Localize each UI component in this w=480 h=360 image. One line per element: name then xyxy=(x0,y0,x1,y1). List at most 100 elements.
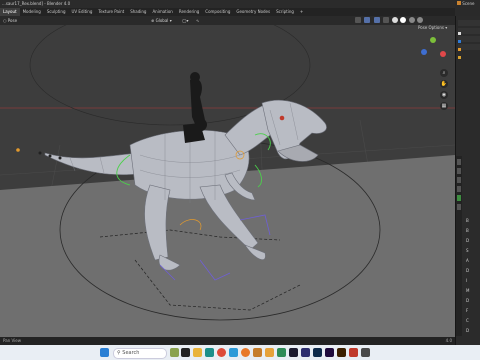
gizmo-x-axis-icon[interactable] xyxy=(440,51,446,57)
files-icon[interactable] xyxy=(361,348,370,357)
viewport-scene xyxy=(0,25,455,345)
panel-header[interactable]: F xyxy=(466,306,480,316)
tab-geometry-nodes[interactable]: Geometry Nodes xyxy=(233,8,273,16)
maps-icon[interactable] xyxy=(229,348,238,357)
scene-header: Scene xyxy=(455,0,480,16)
blender-icon[interactable] xyxy=(241,348,250,357)
media-app-icon[interactable] xyxy=(181,348,190,357)
panel-header[interactable]: C xyxy=(466,316,480,326)
camera-view-button[interactable]: ◉ xyxy=(440,91,448,99)
panel-header[interactable]: M xyxy=(466,286,480,296)
tab-compositing[interactable]: Compositing xyxy=(202,8,233,16)
panel-header[interactable]: D xyxy=(466,236,480,246)
panel-header[interactable]: D xyxy=(466,296,480,306)
output-tab-icon[interactable] xyxy=(457,177,461,183)
after-effects-icon[interactable] xyxy=(325,348,334,357)
illustrator-icon[interactable] xyxy=(337,348,346,357)
navigation-gizmo[interactable] xyxy=(418,37,448,67)
solid-shading-icon[interactable] xyxy=(400,17,407,23)
photo-app-icon[interactable] xyxy=(170,348,179,357)
xray-icon[interactable] xyxy=(382,17,389,23)
status-left: Pan View xyxy=(3,338,21,343)
tab-layout[interactable]: Layout xyxy=(0,8,20,16)
photoshop-icon[interactable] xyxy=(313,348,322,357)
bone-tab-icon[interactable] xyxy=(457,195,461,201)
wireframe-shading-icon[interactable] xyxy=(392,17,399,23)
panel-header[interactable]: B xyxy=(466,216,480,226)
mode-label: Pose xyxy=(7,18,18,23)
rendered-shading-icon[interactable] xyxy=(416,17,423,23)
outliner xyxy=(458,18,480,68)
scene-label[interactable]: Scene xyxy=(462,1,474,6)
adobe-acrobat-icon[interactable] xyxy=(349,348,358,357)
properties-tabs xyxy=(456,156,462,336)
panel-header[interactable]: B xyxy=(466,226,480,236)
visibility-icon[interactable] xyxy=(355,17,361,23)
eye xyxy=(279,115,285,121)
chevron-down-icon: ▾ xyxy=(169,18,172,23)
3d-viewport[interactable]: ⌕ ✋ ◉ ▦ Pose Options ▾ xyxy=(0,25,455,345)
app-icon[interactable] xyxy=(277,348,286,357)
outliner-row[interactable] xyxy=(458,36,480,51)
outliner-row[interactable] xyxy=(458,20,480,35)
workspace-tabs: Layout Modeling Sculpting UV Editing Texture… xyxy=(0,8,455,16)
pose-mode-icon: ○ xyxy=(3,18,7,23)
properties-panel-list: B B D S A D I M D F C D xyxy=(466,216,480,336)
viewport-shading-buttons xyxy=(355,17,423,24)
edge-icon[interactable] xyxy=(205,348,214,357)
panel-header[interactable]: I xyxy=(466,276,480,286)
tab-animation[interactable]: Animation xyxy=(149,8,175,16)
render-tab-icon[interactable] xyxy=(457,168,461,174)
outliner-row[interactable] xyxy=(458,28,480,43)
pivot-dot xyxy=(16,148,20,152)
pivot-dropdown[interactable]: ◯▾ xyxy=(182,16,188,25)
taskbar-search[interactable]: ⚲ Search xyxy=(113,348,167,359)
file-explorer-icon[interactable] xyxy=(193,348,202,357)
search-icon: ⚲ xyxy=(117,350,121,356)
gizmo-y-axis-icon[interactable] xyxy=(430,37,436,43)
material-shading-icon[interactable] xyxy=(408,17,415,23)
chevron-down-icon: ▾ xyxy=(445,25,448,30)
outliner-row[interactable] xyxy=(458,44,480,59)
constraint-tab-icon[interactable] xyxy=(457,204,461,210)
scene-tab-icon[interactable] xyxy=(457,186,461,192)
zoom-button[interactable]: ⌕ xyxy=(440,69,448,77)
gizmo-icon[interactable] xyxy=(364,17,371,23)
perspective-toggle-button[interactable]: ▦ xyxy=(440,102,448,110)
app-icon[interactable] xyxy=(289,348,298,357)
scene-icon xyxy=(457,1,461,5)
panel-header[interactable]: D xyxy=(466,326,480,336)
mode-dropdown[interactable]: ○ Pose xyxy=(3,16,17,25)
windows-start-icon[interactable] xyxy=(100,348,109,357)
tab-rendering[interactable]: Rendering xyxy=(176,8,202,16)
add-workspace-button[interactable]: + xyxy=(297,8,306,16)
status-bar: Pan View 4.0 xyxy=(0,337,455,345)
app-icon[interactable] xyxy=(253,348,262,357)
snap-toggle[interactable]: ∿ xyxy=(196,16,199,25)
app-icon[interactable] xyxy=(301,348,310,357)
panel-header[interactable]: D xyxy=(466,266,480,276)
tab-texture-paint[interactable]: Texture Paint xyxy=(95,8,127,16)
app-icon[interactable] xyxy=(265,348,274,357)
search-placeholder: Search xyxy=(122,350,140,356)
gizmo-z-axis-icon[interactable] xyxy=(421,49,427,55)
properties-sidebar: B B D S A D I M D F C D xyxy=(455,16,480,345)
tab-sculpting[interactable]: Sculpting xyxy=(44,8,69,16)
chrome-icon[interactable] xyxy=(217,348,226,357)
transform-orientation-dropdown[interactable]: ⊕ Global ▾ xyxy=(151,16,172,25)
tab-uv-editing[interactable]: UV Editing xyxy=(69,8,96,16)
pose-options-label: Pose Options xyxy=(418,25,444,30)
orientation-icon: ⊕ xyxy=(151,18,155,23)
panel-header[interactable]: S xyxy=(466,246,480,256)
pan-button[interactable]: ✋ xyxy=(440,80,448,88)
tab-modeling[interactable]: Modeling xyxy=(20,8,44,16)
light-icon xyxy=(458,56,461,59)
tab-shading[interactable]: Shading xyxy=(127,8,149,16)
overlay-icon[interactable] xyxy=(373,17,380,23)
version-label: 4.0 xyxy=(445,338,452,343)
tab-scripting[interactable]: Scripting xyxy=(273,8,297,16)
tool-tab-icon[interactable] xyxy=(457,159,461,165)
pose-options-dropdown[interactable]: Pose Options ▾ xyxy=(418,25,447,30)
orientation-label: Global xyxy=(155,18,169,23)
panel-header[interactable]: A xyxy=(466,256,480,266)
